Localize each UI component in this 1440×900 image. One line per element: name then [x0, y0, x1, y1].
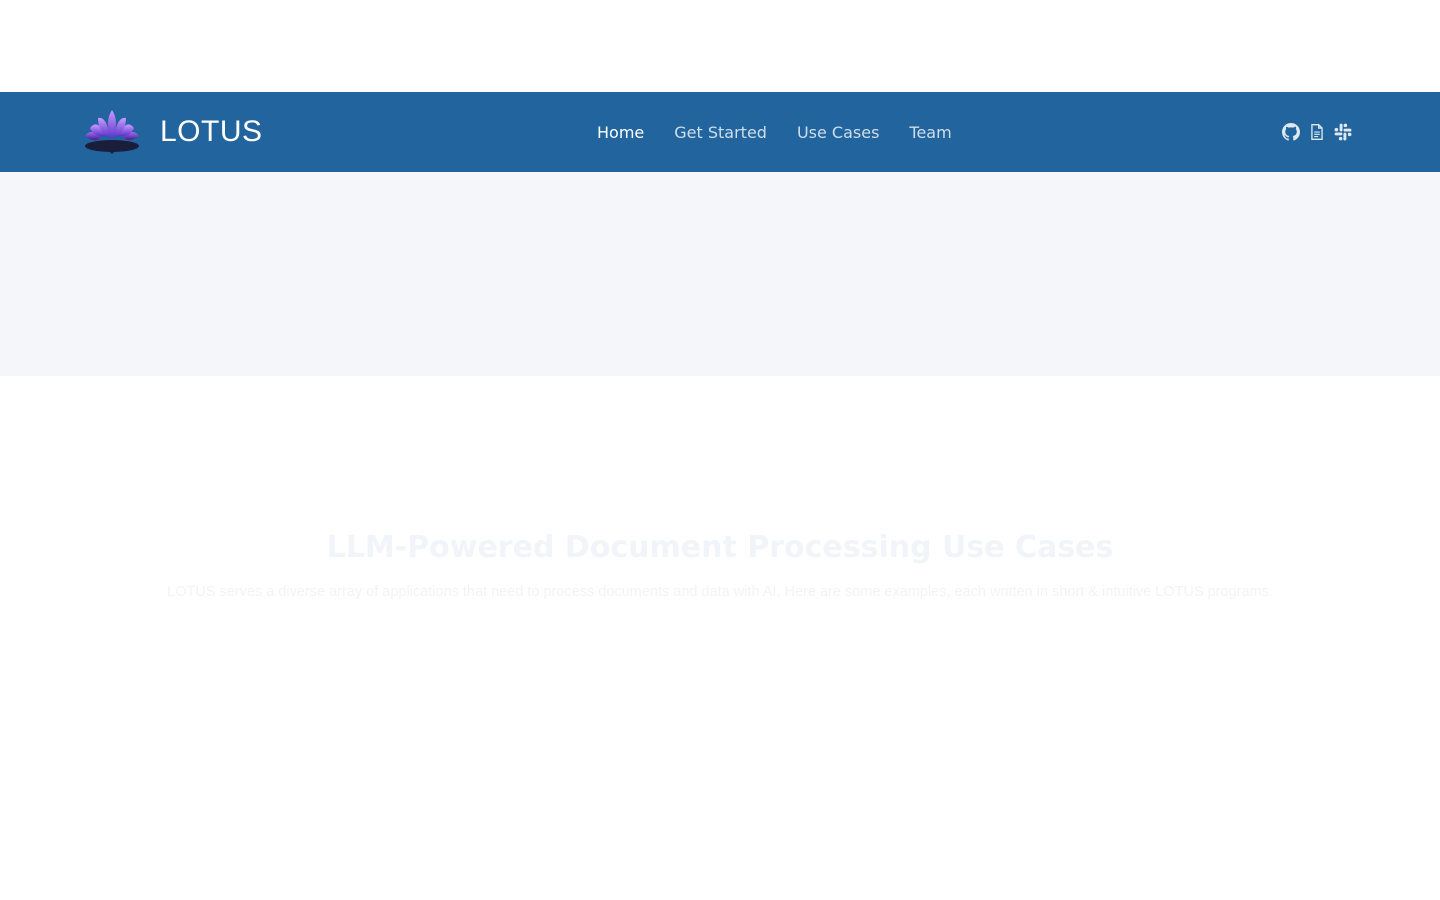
nav-item-get-started: Get Started — [659, 123, 782, 142]
nav-link-team[interactable]: Team — [894, 123, 966, 142]
hero-section — [0, 172, 1440, 376]
brand-link[interactable]: LOTUS — [82, 106, 263, 158]
main-nav: Home Get Started Use Cases Team — [582, 92, 967, 172]
slack-icon — [1334, 123, 1352, 141]
use-cases-title: LLM-Powered Document Processing Use Case… — [326, 530, 1114, 565]
brand-name: LOTUS — [160, 115, 263, 148]
nav-item-use-cases: Use Cases — [782, 123, 894, 142]
nav-link-home[interactable]: Home — [582, 123, 659, 142]
lotus-flower-icon — [85, 110, 139, 154]
github-link[interactable] — [1282, 123, 1300, 141]
nav-link-get-started[interactable]: Get Started — [659, 123, 782, 142]
slack-link[interactable] — [1334, 123, 1352, 141]
use-cases-subtitle: LOTUS serves a diverse array of applicat… — [167, 584, 1273, 600]
nav-item-home: Home — [582, 123, 659, 142]
nav-link-use-cases[interactable]: Use Cases — [782, 123, 894, 142]
docs-link[interactable] — [1308, 123, 1326, 141]
github-icon — [1282, 123, 1300, 141]
social-links — [1282, 92, 1352, 172]
document-icon — [1311, 124, 1323, 140]
nav-item-team: Team — [894, 123, 966, 142]
navbar: LOTUS Home Get Started Use Cases Team — [0, 92, 1440, 172]
